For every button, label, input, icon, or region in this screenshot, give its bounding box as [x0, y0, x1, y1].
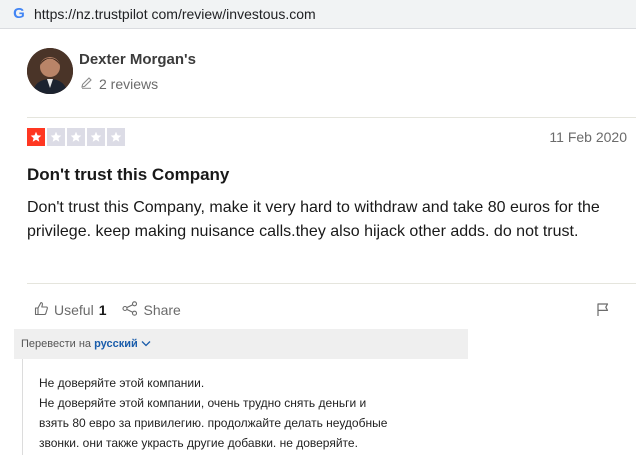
- star-rating: [27, 128, 125, 146]
- reviews-count: 2 reviews: [80, 76, 158, 92]
- share-label: Share: [143, 302, 181, 318]
- review-card: Dexter Morgan's 2 reviews 11 Feb 2020 Do…: [0, 29, 636, 455]
- thumbs-up-icon: [34, 301, 49, 319]
- star-icon: [67, 128, 85, 146]
- url-text[interactable]: https://nz.trustpilot com/review/investo…: [34, 6, 316, 23]
- useful-label: Useful: [54, 302, 94, 318]
- translation-line: Не доверяйте этой компании, очень трудно…: [39, 396, 367, 410]
- translate-bar: Перевести на русский: [14, 329, 468, 359]
- panel-edge: [22, 359, 23, 455]
- useful-count: 1: [98, 302, 107, 318]
- review-date: 11 Feb 2020: [549, 129, 627, 145]
- reviews-count-label: 2 reviews: [99, 76, 159, 92]
- star-icon: [87, 128, 105, 146]
- flag-icon[interactable]: [596, 302, 610, 322]
- chevron-down-icon: [141, 338, 151, 350]
- translation-text: Не доверяйте этой компании. Не доверяйте…: [39, 373, 459, 453]
- review-body: Don't trust this Company, make it very h…: [27, 199, 600, 240]
- divider: [27, 117, 636, 118]
- language-label: русский: [94, 338, 138, 350]
- avatar[interactable]: [27, 48, 73, 94]
- share-icon: [122, 301, 138, 319]
- star-icon: [107, 128, 125, 146]
- pencil-icon: [80, 76, 93, 92]
- star-icon: [27, 128, 45, 146]
- useful-button[interactable]: Useful 1: [34, 301, 106, 319]
- review-actions: Useful 1 Share: [34, 301, 197, 319]
- translation-line: взять 80 евро за привилегию. продолжайте…: [39, 416, 388, 430]
- google-icon: G: [13, 5, 25, 22]
- translate-label: Перевести на русский: [21, 338, 151, 350]
- review-title[interactable]: Don't trust this Company: [27, 165, 229, 185]
- translation-line: звонки. они также украсть другие добавки…: [39, 436, 358, 450]
- share-button[interactable]: Share: [122, 301, 181, 319]
- author-name[interactable]: Dexter Morgan's: [79, 51, 196, 68]
- translation-panel: Не доверяйте этой компании. Не доверяйте…: [14, 359, 468, 455]
- star-icon: [47, 128, 65, 146]
- language-select[interactable]: русский: [94, 338, 151, 350]
- translation-line: Не доверяйте этой компании.: [39, 376, 205, 390]
- address-bar[interactable]: G https://nz.trustpilot com/review/inves…: [0, 0, 636, 29]
- translate-prefix: Перевести на: [21, 338, 92, 350]
- divider: [27, 283, 636, 284]
